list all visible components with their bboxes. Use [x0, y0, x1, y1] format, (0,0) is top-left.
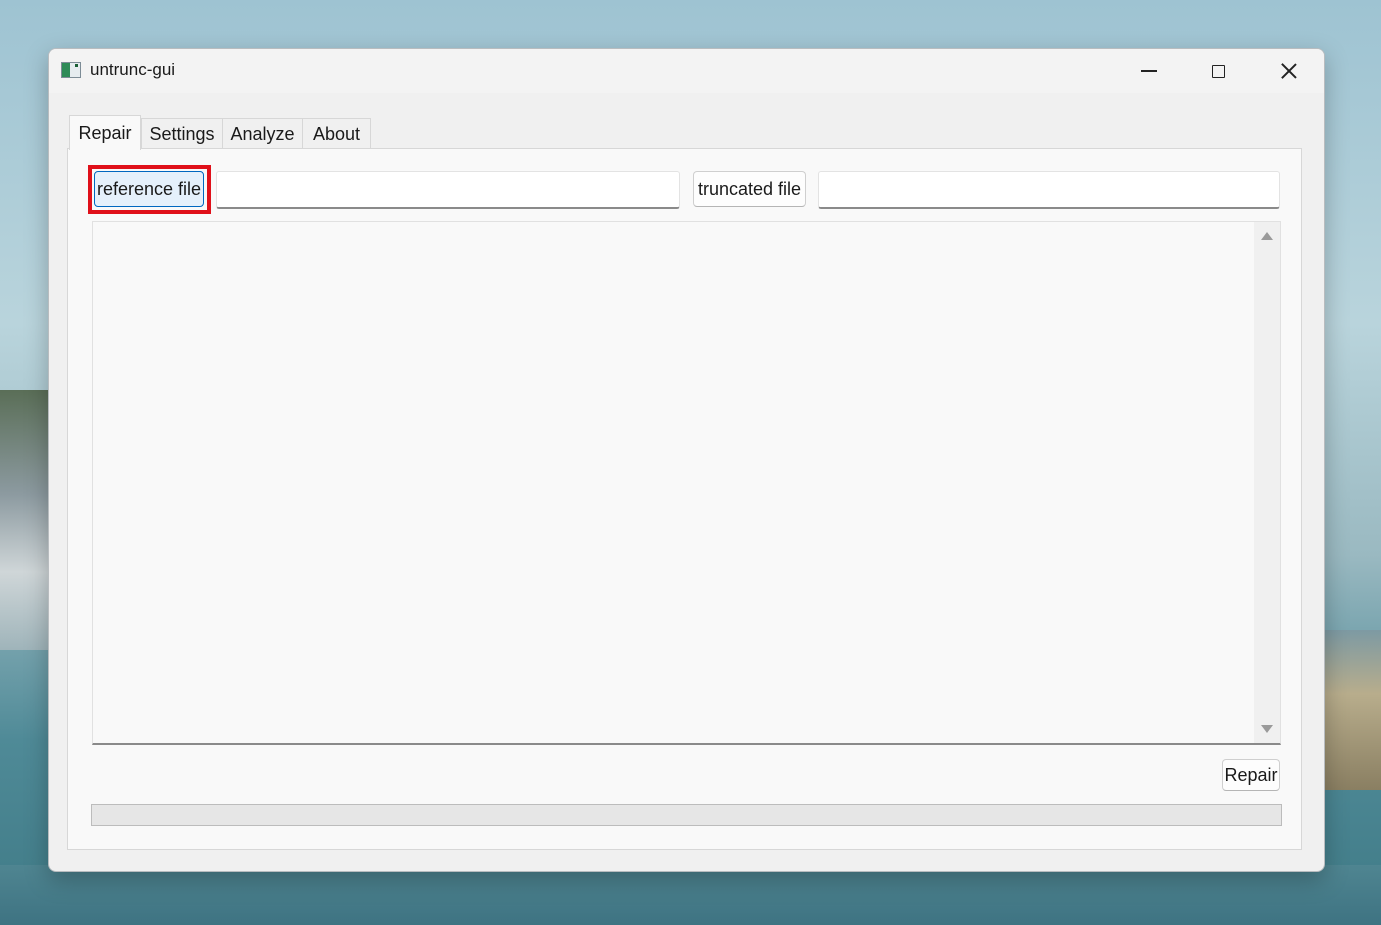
scroll-down-arrow-icon[interactable] — [1261, 725, 1273, 733]
reference-file-button[interactable]: reference file — [94, 171, 204, 207]
desktop-wallpaper-bottom — [0, 865, 1381, 925]
window-title: untrunc-gui — [90, 60, 176, 79]
truncated-file-button[interactable]: truncated file — [693, 171, 806, 207]
app-window: untrunc-gui Repair Settings Analyze Abou… — [48, 48, 1325, 872]
app-icon — [61, 62, 81, 78]
minimize-button[interactable] — [1126, 49, 1172, 93]
repair-button[interactable]: Repair — [1222, 759, 1280, 791]
tab-settings[interactable]: Settings — [141, 118, 223, 149]
maximize-button[interactable] — [1195, 49, 1241, 93]
tab-analyze[interactable]: Analyze — [222, 118, 303, 149]
log-scrollbar[interactable] — [1254, 222, 1280, 743]
reference-file-input[interactable] — [216, 171, 680, 209]
title-bar[interactable]: untrunc-gui — [49, 49, 1324, 93]
minimize-icon — [1141, 70, 1157, 72]
maximize-icon — [1211, 64, 1225, 78]
close-icon — [1280, 62, 1298, 80]
log-output[interactable] — [92, 221, 1281, 745]
tab-repair[interactable]: Repair — [69, 115, 141, 150]
progress-bar — [91, 804, 1282, 826]
close-button[interactable] — [1266, 49, 1312, 93]
scroll-up-arrow-icon[interactable] — [1261, 232, 1273, 240]
log-text — [99, 228, 1250, 737]
tab-about[interactable]: About — [302, 118, 371, 149]
truncated-file-input[interactable] — [818, 171, 1280, 209]
